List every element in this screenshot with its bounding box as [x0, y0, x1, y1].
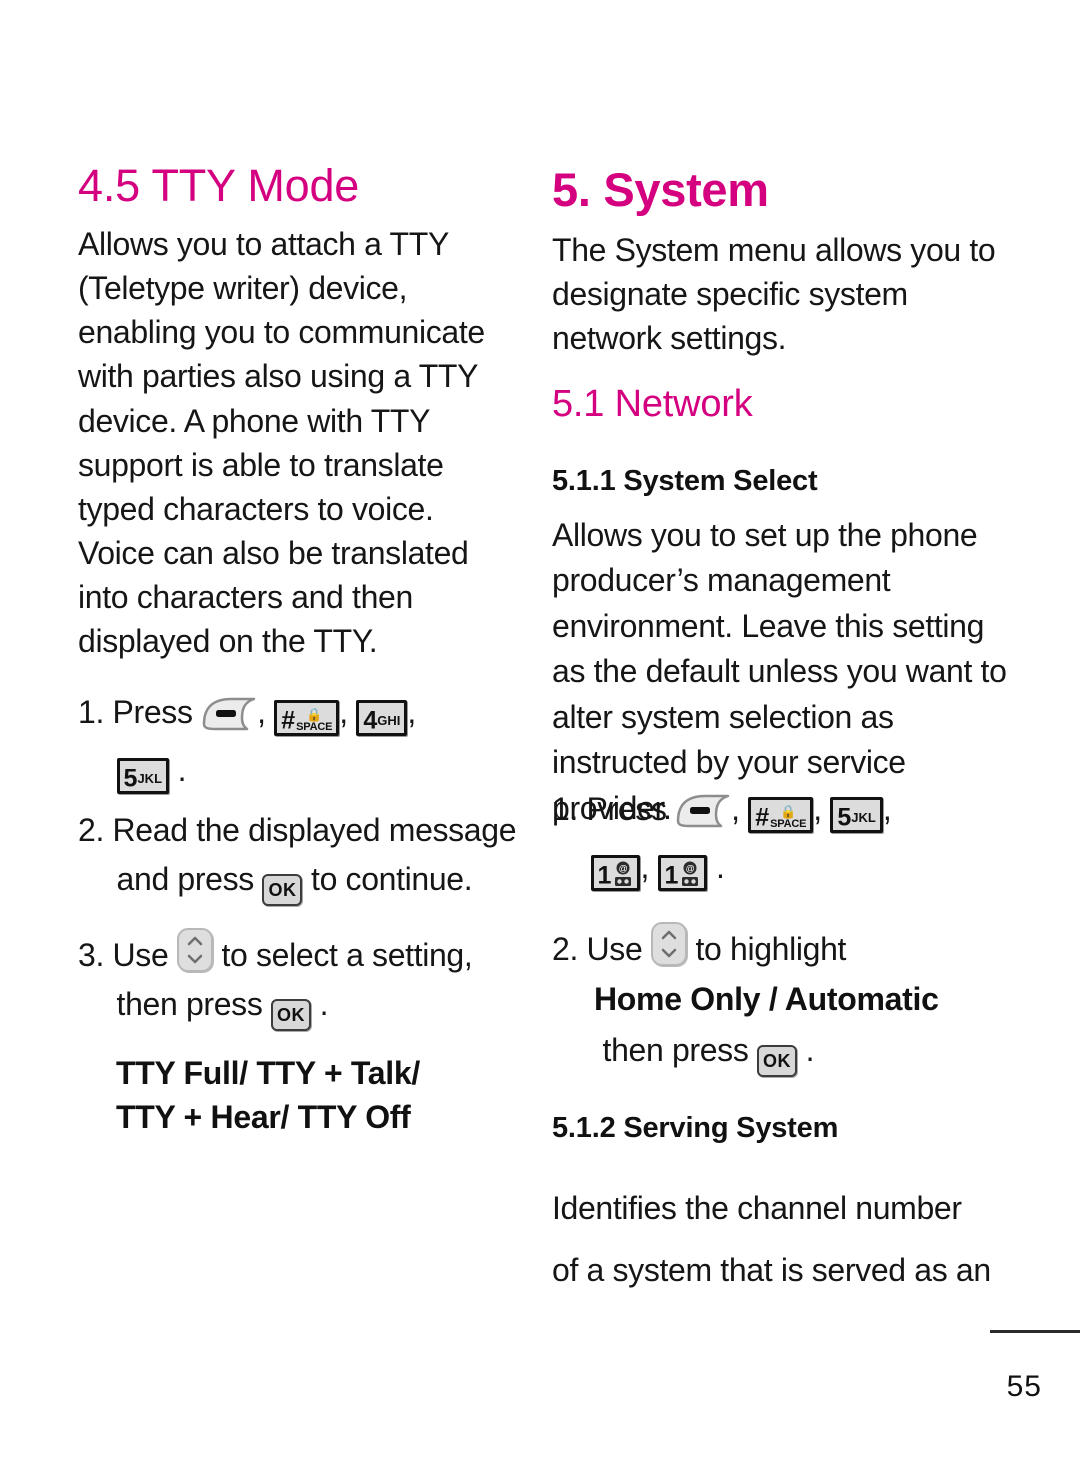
right-step-1-cont: 1 @ , 1 @ . — [552, 845, 1022, 891]
right-step-1-text-after: . — [716, 849, 725, 885]
right-step-2: 2. Use to highlight — [552, 922, 1022, 972]
system-select-body: Allows you to set up the phone producer’… — [552, 517, 1007, 826]
comma-separator: , — [731, 791, 740, 827]
ok-key-icon: OK — [262, 874, 303, 907]
ghi-letters: GHI — [377, 712, 401, 728]
end-key-icon — [675, 791, 731, 829]
comma-separator: , — [640, 849, 649, 885]
lock-icon: 🔒 — [780, 803, 797, 819]
right-step-2-number: 2. — [552, 931, 578, 967]
comma-separator: , — [339, 694, 348, 730]
space-label: SPACE — [296, 720, 333, 733]
right-step-1: 1. Press , # 🔒 SPACE , 5JKL , — [552, 787, 1022, 833]
right-step-1-number: 1. — [552, 791, 578, 827]
comma-separator: , — [257, 694, 266, 730]
manual-page: 4.5 TTY Mode Allows you to attach a TTY … — [0, 0, 1080, 1460]
serving-system-body-line-2: of a system that is served as an — [552, 1252, 991, 1289]
tty-options-line-2: TTY + Hear/ TTY Off — [116, 1098, 411, 1135]
tty-mode-intro-paragraph: Allows you to attach a TTY (Teletype wri… — [78, 226, 485, 660]
voicemail-icon: @ — [680, 860, 700, 892]
left-step-2: 2. Read the displayed message — [78, 808, 528, 853]
right-step-1-text-before: Press — [586, 791, 667, 827]
right-step-2-part1: Use — [586, 931, 643, 967]
left-step-1-cont: 5JKL . — [78, 748, 528, 794]
ok-key-icon: OK — [757, 1044, 798, 1077]
left-step-3-cont: then press OK . — [78, 982, 528, 1032]
navigation-key-icon — [650, 922, 687, 966]
left-step-2-number: 2. — [78, 812, 104, 848]
left-step-2-part2: and press — [116, 861, 255, 898]
ok-key-icon: OK — [271, 999, 312, 1032]
comma-separator: , — [882, 791, 892, 827]
left-step-2-cont: and press OK to continue. — [78, 857, 528, 907]
right-step-2-part3: then press — [602, 1031, 749, 1068]
svg-text:@: @ — [619, 863, 628, 873]
five-jkl-key-icon: 5JKL — [116, 758, 170, 794]
tty-options-line-1: TTY Full/ TTY + Talk/ — [116, 1055, 420, 1091]
lock-space-stack: 🔒 SPACE — [296, 706, 333, 733]
one-at-key-icon: 1 @ — [590, 855, 641, 892]
chapter-heading-system: 5. System — [552, 163, 769, 216]
serving-system-body-line-1: Identifies the channel number — [552, 1190, 962, 1226]
one-digit: 1 — [597, 861, 612, 890]
five-jkl-key-icon: 5JKL — [830, 797, 883, 833]
jkl-letters: JKL — [851, 809, 876, 825]
four-ghi-key-icon: 4GHI — [356, 700, 408, 736]
footer-divider-rule — [990, 1330, 1080, 1333]
hash-symbol: # — [281, 706, 295, 735]
space-label: SPACE — [770, 817, 807, 830]
left-step-3-part3: then press — [116, 986, 263, 1023]
right-step-2-part4: . — [805, 1031, 815, 1068]
left-step-1: 1. Press , # 🔒 SPACE , 4GHI , — [78, 690, 528, 736]
left-step-3-part2: to select a setting, — [221, 937, 473, 973]
left-step-2-part1: Read the displayed message — [112, 812, 517, 848]
hash-space-key-icon: # 🔒 SPACE — [274, 700, 340, 736]
five-digit: 5 — [123, 764, 138, 793]
voicemail-icon: @ — [613, 860, 633, 892]
system-select-options: Home Only / Automatic — [594, 981, 939, 1018]
subsection-heading-serving-system: 5.1.2 Serving System — [552, 1112, 839, 1144]
page-number: 55 — [1006, 1370, 1042, 1403]
five-digit: 5 — [837, 803, 851, 832]
lock-icon: 🔒 — [306, 706, 323, 722]
left-step-1-number: 1. — [78, 694, 104, 730]
hash-symbol: # — [755, 803, 769, 832]
navigation-key-icon — [176, 928, 213, 972]
left-step-2-part3: to continue. — [311, 861, 473, 898]
comma-separator: , — [813, 791, 822, 827]
section-heading-network: 5.1 Network — [552, 383, 753, 425]
svg-text:@: @ — [686, 863, 695, 873]
one-at-key-icon: 1 @ — [657, 855, 708, 892]
left-step-3-number: 3. — [78, 937, 104, 973]
section-heading-tty-mode: 4.5 TTY Mode — [78, 160, 360, 211]
end-key-icon — [201, 694, 257, 732]
comma-separator: , — [407, 694, 416, 730]
jkl-letters: JKL — [137, 770, 163, 786]
left-step-3-part1: Use — [112, 937, 169, 973]
left-step-3: 3. Use to select a setting, — [78, 928, 528, 978]
left-step-1-text-after: . — [177, 752, 187, 788]
system-intro-paragraph: The System menu allows you to designate … — [552, 232, 996, 357]
subsection-heading-system-select: 5.1.1 System Select — [552, 465, 818, 497]
hash-space-key-icon: # 🔒 SPACE — [748, 797, 814, 833]
right-step-2-cont: then press OK . — [552, 1028, 1022, 1077]
right-step-2-part2: to highlight — [695, 931, 847, 967]
one-digit: 1 — [664, 861, 679, 890]
four-digit: 4 — [363, 706, 377, 735]
left-step-3-part4: . — [319, 986, 329, 1023]
left-step-1-text-before: Press — [112, 694, 193, 730]
lock-space-stack: 🔒 SPACE — [770, 803, 807, 830]
